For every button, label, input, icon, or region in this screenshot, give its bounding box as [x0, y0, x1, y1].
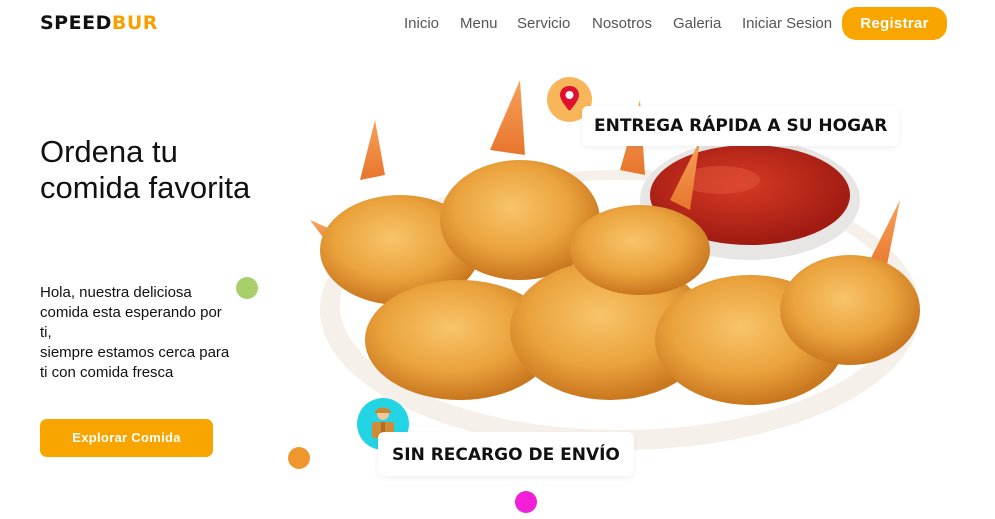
hero-description: Hola, nuestra deliciosa comida esta espe… — [40, 283, 230, 383]
nav-galeria[interactable]: Galeria — [673, 15, 721, 32]
decor-dot-magenta — [515, 491, 537, 513]
nav-iniciar-sesion[interactable]: Iniciar Sesion — [742, 15, 832, 32]
nav-servicio[interactable]: Servicio — [517, 15, 570, 32]
logo-bur: BUR — [111, 12, 158, 34]
hero-description-line-2: siempre estamos cerca para ti con comida… — [40, 344, 230, 381]
logo-speed: SPEED — [40, 12, 112, 34]
register-button[interactable]: Registrar — [842, 7, 947, 40]
nav-nosotros[interactable]: Nosotros — [592, 15, 652, 32]
hero-title: Ordena tu comida favorita — [40, 134, 251, 205]
explore-food-button[interactable]: Explorar Comida — [40, 419, 213, 457]
hero-description-line-1: Hola, nuestra deliciosa comida esta espe… — [40, 284, 222, 341]
logo[interactable]: SPEEDBUR — [40, 12, 158, 34]
decor-dot-green — [236, 277, 258, 299]
delivery-badge: ENTREGA RÁPIDA A SU HOGAR — [582, 106, 900, 146]
no-fee-badge: SIN RECARGO DE ENVÍO — [378, 432, 634, 476]
nav-menu[interactable]: Menu — [460, 15, 498, 32]
nav-inicio[interactable]: Inicio — [404, 15, 439, 32]
